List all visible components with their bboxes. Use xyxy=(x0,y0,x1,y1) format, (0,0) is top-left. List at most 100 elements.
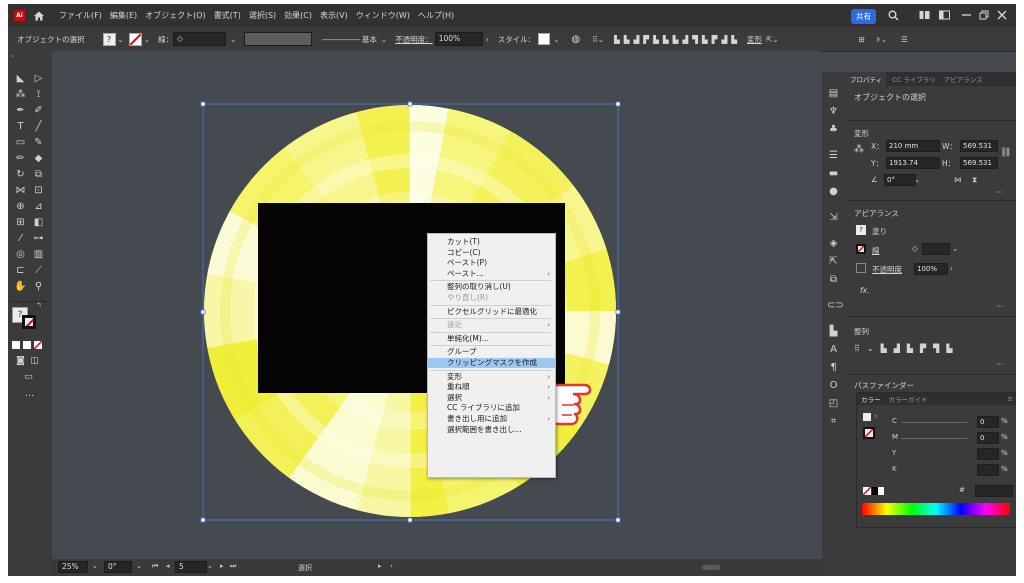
context-menu-item[interactable]: CC ライブラリに追加 xyxy=(428,403,555,413)
drawing-mode-icon[interactable]: ◙ xyxy=(14,355,27,367)
opacity-swatch[interactable] xyxy=(856,263,866,273)
artboards-panel-icon[interactable]: ⧉ xyxy=(827,274,840,286)
context-menu-item[interactable]: 書き出し用に追加 › xyxy=(428,414,555,424)
context-menu-item[interactable]: 重ね順 › xyxy=(428,382,555,392)
more-options-icon[interactable]: ··· xyxy=(996,188,1003,197)
asset-export-icon[interactable]: ⇱ xyxy=(827,256,840,268)
tab-appearance[interactable]: アピアランス xyxy=(944,74,983,84)
collapse-icon[interactable]: » xyxy=(11,53,15,60)
reference-point-icon[interactable]: ⁂ xyxy=(854,144,864,155)
context-menu-item[interactable]: クリッピングマスクを作成 xyxy=(428,358,555,368)
menu-window[interactable]: ウィンドウ(W) xyxy=(356,10,410,21)
y-field[interactable]: 1913.74 xyxy=(886,157,940,169)
previous-artboard-icon[interactable]: ◂ xyxy=(166,562,170,570)
panel-menu-icon[interactable]: ☰ xyxy=(901,35,908,44)
link-proportions-icon[interactable]: ⛓ xyxy=(1000,148,1011,158)
stroke-weight-field[interactable]: ◇ xyxy=(173,32,227,46)
tab-cc-libraries[interactable]: CC ライブラリ xyxy=(892,74,936,84)
shaper-tool-icon[interactable]: ✏ xyxy=(14,153,27,165)
chevron-right-icon[interactable]: ▸ xyxy=(378,562,382,570)
menu-effect[interactable]: 効果(C) xyxy=(284,10,312,21)
color-mode-icon[interactable] xyxy=(12,341,20,349)
flip-horizontal-icon[interactable]: ⋈ xyxy=(954,175,962,184)
gradient-tool-icon[interactable]: ◧ xyxy=(32,217,45,229)
fill-swatch[interactable] xyxy=(863,413,871,421)
chevron-down-icon[interactable]: ⌄ xyxy=(553,35,559,44)
menu-help[interactable]: ヘルプ(H) xyxy=(418,10,454,21)
tab-color[interactable]: カラー xyxy=(861,394,881,404)
chevron-right-icon[interactable]: › xyxy=(950,264,953,273)
swap-colors-icon[interactable]: ↰ xyxy=(36,301,42,309)
flip-vertical-icon[interactable]: ⧗ xyxy=(972,175,977,185)
more-options-icon[interactable]: ··· xyxy=(996,360,1003,369)
lasso-tool-icon[interactable]: ⟟ xyxy=(32,89,45,101)
direct-selection-tool-icon[interactable]: ▷ xyxy=(32,73,45,85)
channel-k-field[interactable] xyxy=(977,464,999,476)
stroke-style-line-icon[interactable]: ――――― xyxy=(322,35,360,44)
x-field[interactable]: 210 mm xyxy=(886,140,940,152)
eyedropper-tool-icon[interactable]: ⁄ xyxy=(14,233,27,245)
swap-colors-icon[interactable]: ↰ xyxy=(873,414,878,421)
chevron-left-icon[interactable]: ‹ xyxy=(390,562,393,570)
channel-m-slider[interactable] xyxy=(901,438,967,439)
recolor-icon[interactable]: ◍ xyxy=(571,34,580,45)
first-artboard-icon[interactable]: ⏮ xyxy=(152,562,158,571)
chevron-down-icon[interactable]: ⌄ xyxy=(207,562,213,570)
align-buttons-icon[interactable]: ⠿⌄▙▟▙▛▜▙ xyxy=(854,344,959,353)
restore-icon[interactable] xyxy=(979,10,990,20)
chevron-down-icon[interactable]: ⌄ xyxy=(914,175,920,184)
context-menu-item[interactable]: 変形 › xyxy=(428,372,555,382)
align-buttons-icon[interactable]: ▙▙▟▛▙▙▙▟▜▙▛▟▙ xyxy=(614,35,741,44)
stroke-panel-icon[interactable]: ☰ xyxy=(827,150,840,162)
eraser-tool-icon[interactable]: ◆ xyxy=(32,153,45,165)
stroke-swatch[interactable] xyxy=(856,244,866,254)
grid-icon[interactable]: ⠿⌄ xyxy=(592,35,604,44)
channel-c-field[interactable]: 0 xyxy=(977,416,999,428)
context-menu-item[interactable]: グループ xyxy=(428,347,555,357)
transform-label[interactable]: 変形 xyxy=(747,34,762,45)
layers-panel-icon[interactable]: ◈ xyxy=(827,238,840,250)
rectangle-tool-icon[interactable]: ▭ xyxy=(14,137,27,149)
next-artboard-icon[interactable]: ▸ xyxy=(220,562,224,570)
opacity-label[interactable]: 不透明度： xyxy=(395,34,433,45)
white-swatch[interactable] xyxy=(878,487,884,495)
chevron-down-icon[interactable]: ⌄ xyxy=(136,562,142,570)
hex-field[interactable] xyxy=(975,485,1013,497)
chevron-down-icon[interactable]: ⌄ xyxy=(92,562,98,570)
chevron-down-icon[interactable]: ⌄ xyxy=(144,35,150,44)
graphic-style-swatch[interactable] xyxy=(538,33,551,45)
stroke-weight-field[interactable] xyxy=(922,243,950,255)
h-field[interactable]: 569.531 xyxy=(960,157,998,169)
panel-menu-icon[interactable]: ≡ xyxy=(1008,395,1013,403)
w-field[interactable]: 569.531 xyxy=(960,140,998,152)
gradient-mode-icon[interactable] xyxy=(23,341,31,349)
character-panel-icon[interactable]: A xyxy=(827,344,840,356)
fill-swatch[interactable]: ? xyxy=(102,32,116,46)
change-screen-mode-icon[interactable]: ▭ xyxy=(22,371,35,383)
symbol-sprayer-tool-icon[interactable]: ◎ xyxy=(14,249,27,261)
menu-view[interactable]: 表示(V) xyxy=(320,10,348,21)
artboard-field[interactable]: 5 xyxy=(175,561,207,573)
more-tools-icon[interactable]: ··· xyxy=(23,391,36,403)
line-tool-icon[interactable]: ╱ xyxy=(32,121,45,133)
pathfinder-panel-icon[interactable]: ◰ xyxy=(827,398,840,410)
channel-y-field[interactable] xyxy=(977,448,999,460)
home-icon[interactable] xyxy=(33,10,45,22)
search-icon[interactable] xyxy=(888,10,899,21)
angle-field[interactable]: 0° xyxy=(884,174,916,186)
context-menu-item[interactable]: カット(T) xyxy=(428,237,555,247)
stroke-swatch[interactable] xyxy=(863,427,875,439)
type-tool-icon[interactable]: T xyxy=(14,121,27,133)
symbols-panel-icon[interactable]: ♣ xyxy=(827,124,840,136)
chevron-down-icon[interactable]: ⌄ xyxy=(118,35,124,44)
horizontal-scrollbar-thumb[interactable] xyxy=(702,565,720,570)
perspective-grid-tool-icon[interactable]: ⊿ xyxy=(32,201,45,213)
gradient-panel-icon[interactable]: ▬ xyxy=(827,168,840,180)
stroke-weight-stepper-icon[interactable]: ◇ xyxy=(912,244,918,253)
menu-select[interactable]: 選択(S) xyxy=(249,10,276,21)
context-menu-item[interactable]: ペースト(P) xyxy=(428,258,555,268)
menu-type[interactable]: 書式(T) xyxy=(214,10,241,21)
context-menu-item[interactable]: 選択範囲を書き出し... xyxy=(428,425,555,435)
fx-button[interactable]: fx. xyxy=(860,286,869,295)
minimize-icon[interactable] xyxy=(961,10,972,20)
